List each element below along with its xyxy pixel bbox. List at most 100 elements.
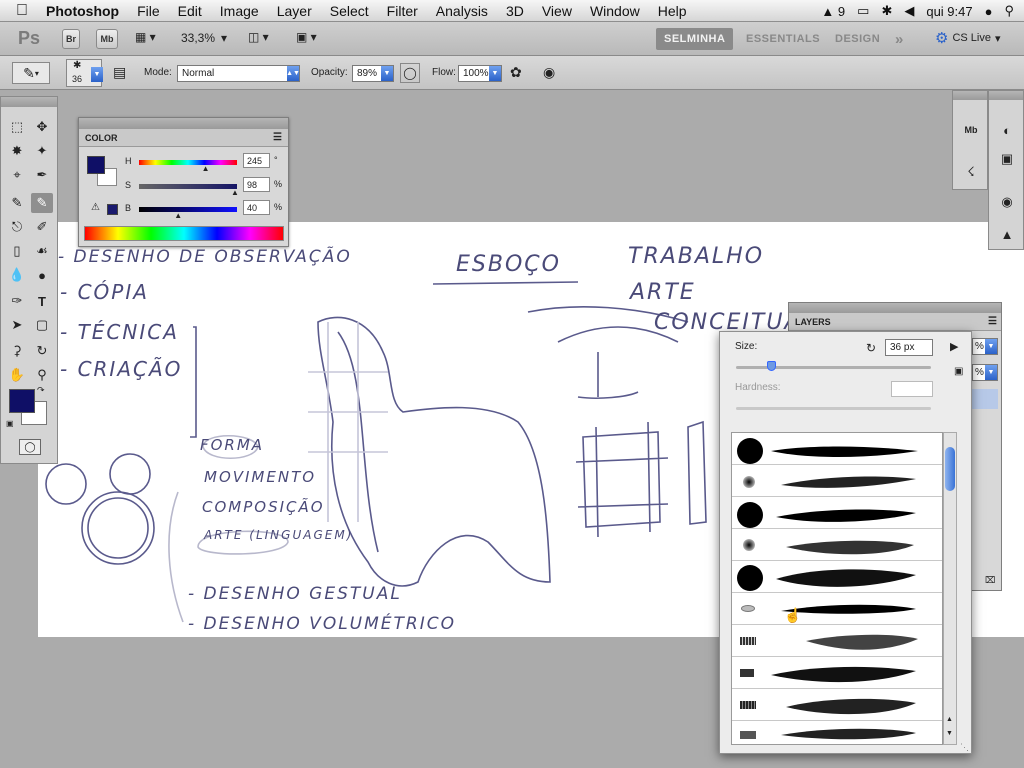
layer-row-selected[interactable] (972, 389, 998, 409)
picker-menu-icon[interactable]: ▶ (950, 340, 958, 353)
panel-menu-icon[interactable]: ☰ (988, 316, 997, 327)
user-icon[interactable]: ● (985, 4, 993, 19)
saturation-slider-thumb[interactable]: ▲ (231, 188, 239, 197)
layers-panel-header[interactable] (789, 303, 1001, 313)
layers-delete-icon[interactable]: ⌧ (985, 575, 995, 586)
bluetooth-icon[interactable]: ✱ (881, 3, 892, 19)
brightness-slider-thumb[interactable]: ▲ (174, 211, 182, 220)
display-icon[interactable]: ▭ (857, 3, 869, 19)
brush-preset-row[interactable] (732, 689, 942, 721)
clone-source-icon[interactable]: ☇ (959, 161, 983, 183)
launch-bridge-button[interactable]: Br (62, 29, 80, 49)
brush-preset-row[interactable]: ☝ (732, 593, 942, 625)
3d-orbit-tool-icon[interactable]: ↻ (31, 341, 53, 361)
brightness-field[interactable]: 40 (243, 200, 270, 215)
brush-preset-row[interactable] (732, 561, 942, 593)
workspace-design[interactable]: DESIGN (827, 28, 888, 50)
launch-minibridge-button[interactable]: Mb (96, 29, 118, 49)
lasso-tool-icon[interactable]: ✸ (6, 141, 28, 161)
menu-analysis[interactable]: Analysis (427, 3, 497, 19)
volume-icon[interactable]: ◀ (904, 3, 914, 19)
tools-panel-header[interactable] (1, 97, 57, 107)
hue-slider-thumb[interactable]: ▲ (202, 164, 210, 173)
brush-preset-row[interactable] (732, 465, 942, 497)
rectangle-tool-icon[interactable]: ▢ (31, 315, 53, 335)
tablet-pressure-opacity-icon[interactable]: ◯ (400, 63, 420, 83)
blend-mode-select[interactable]: Normal ▲▼ (177, 65, 300, 82)
dodge-tool-icon[interactable]: ● (31, 265, 53, 285)
paint-bucket-tool-icon[interactable]: ☙ (31, 241, 53, 261)
menu-image[interactable]: Image (211, 3, 268, 19)
healing-brush-tool-icon[interactable]: ✎ (6, 193, 28, 213)
pen-tool-icon[interactable]: ✑ (6, 291, 28, 311)
workspace-selminha[interactable]: SELMINHA (656, 28, 734, 50)
foreground-color-swatch[interactable] (9, 389, 35, 413)
menu-file[interactable]: File (128, 3, 169, 19)
brush-panel-toggle-icon[interactable]: ▤ (113, 64, 126, 81)
menu-select[interactable]: Select (321, 3, 378, 19)
screen-mode-icon[interactable]: ▣ ▾ (296, 30, 317, 44)
menu-app-name[interactable]: Photoshop (44, 3, 128, 19)
menu-help[interactable]: Help (649, 3, 696, 19)
reset-size-icon[interactable]: ↻ (866, 341, 876, 355)
scrollbar-thumb[interactable] (945, 447, 955, 491)
magic-wand-tool-icon[interactable]: ✦ (31, 141, 53, 161)
clone-stamp-tool-icon[interactable]: ⎋ (6, 217, 28, 237)
extras-icon[interactable]: ▦ ▾ (135, 30, 156, 44)
color-panel-foreground-swatch[interactable] (87, 156, 105, 174)
gamut-color-swatch[interactable] (107, 204, 118, 215)
swap-colors-icon[interactable]: ↷ (37, 385, 45, 396)
apple-icon[interactable]:  (0, 2, 44, 20)
brush-preset-row[interactable] (732, 657, 942, 689)
menu-layer[interactable]: Layer (268, 3, 321, 19)
hue-field[interactable]: 245 (243, 153, 270, 168)
path-selection-tool-icon[interactable]: ➤ (6, 315, 28, 335)
layers-panel-tab[interactable]: LAYERS ☰ (789, 313, 1001, 331)
opacity-field[interactable]: 89% ▼ (352, 65, 394, 82)
quick-mask-icon[interactable]: ◯ (19, 439, 41, 455)
brush-preset-row[interactable] (732, 625, 942, 657)
clock[interactable]: qui 9:47 (926, 4, 972, 19)
eraser-tool-icon[interactable]: ▯ (6, 241, 28, 261)
brush-size-slider-thumb[interactable] (767, 361, 777, 371)
color-ramp[interactable] (84, 226, 284, 241)
hardness-field[interactable] (891, 381, 933, 397)
tool-preset-picker[interactable]: ✎ ▾ (12, 62, 50, 84)
brightness-slider[interactable] (139, 207, 237, 212)
color-panel-header[interactable] (79, 118, 288, 129)
brush-size-slider[interactable] (736, 366, 931, 369)
brush-list-scrollbar[interactable]: ▲ ▼ (943, 432, 957, 745)
default-colors-icon[interactable]: ▣ (6, 419, 14, 428)
saturation-field[interactable]: 98 (243, 177, 270, 192)
brush-preset-row[interactable] (732, 529, 942, 561)
panel-menu-icon[interactable]: ☰ (273, 132, 282, 143)
3d-panel-icon[interactable]: ◉ (995, 191, 1019, 213)
dock-header[interactable] (953, 91, 987, 100)
3d-rotate-tool-icon[interactable]: ⚳ (6, 341, 28, 361)
tablet-pressure-size-icon[interactable]: ◉ (543, 64, 555, 81)
hue-slider[interactable] (139, 160, 237, 165)
brush-preset-list[interactable]: ☝ (731, 432, 943, 745)
color-panel-tab[interactable]: COLOR ☰ (79, 129, 288, 147)
menu-view[interactable]: View (533, 3, 581, 19)
cs-live-button[interactable]: ⚙ CS Live ▾ (935, 29, 1001, 47)
scroll-down-icon[interactable]: ▼ (946, 730, 953, 737)
new-preset-icon[interactable]: ▣ (954, 366, 963, 377)
arrange-documents-icon[interactable]: ◫ ▾ (248, 30, 269, 44)
brush-preset-picker[interactable]: ✱ 36 ▼ (66, 59, 103, 87)
dock-header[interactable] (989, 91, 1023, 100)
menu-edit[interactable]: Edit (169, 3, 211, 19)
zoom-tool-icon[interactable]: ⚲ (31, 365, 53, 385)
history-brush-tool-icon[interactable]: ✐ (31, 217, 53, 237)
menu-window[interactable]: Window (581, 3, 649, 19)
gamut-warning-icon[interactable]: ⚠ (91, 202, 100, 213)
spotlight-search-icon[interactable]: ⚲ (1004, 3, 1014, 19)
saturation-slider[interactable] (139, 184, 237, 189)
move-tool-icon[interactable]: ✥ (31, 117, 53, 137)
brush-size-field[interactable]: 36 px (885, 339, 933, 356)
mini-bridge-icon[interactable]: Mb (959, 119, 983, 141)
brush-preset-row[interactable] (732, 433, 942, 465)
workspace-essentials[interactable]: ESSENTIALS (738, 28, 828, 50)
blur-tool-icon[interactable]: 💧 (6, 265, 28, 285)
layer-fill-field[interactable]: % ▼ (972, 364, 998, 381)
